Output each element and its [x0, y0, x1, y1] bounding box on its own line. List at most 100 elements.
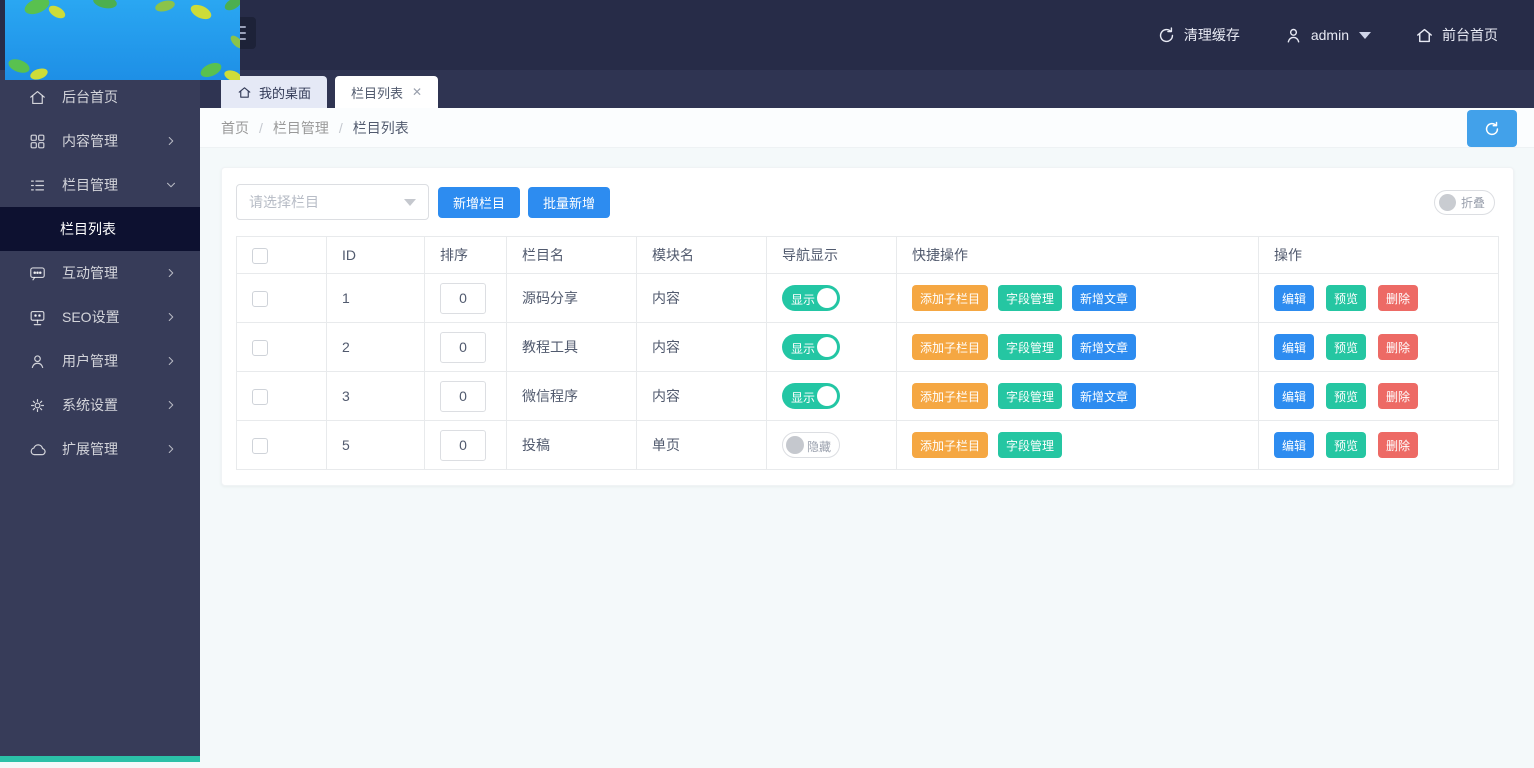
board-icon: [28, 308, 47, 327]
nav-display-toggle[interactable]: 隐藏: [782, 432, 840, 458]
chevron-right-icon: [164, 398, 178, 412]
sidebar: 后台首页 内容管理 栏目管理 栏目列表 互动管理 SEO设置 用户管理 系统设置…: [0, 70, 200, 762]
user-menu[interactable]: admin: [1284, 26, 1371, 45]
breadcrumb: 首页 / 栏目管理 / 栏目列表: [200, 108, 1534, 148]
home-icon: [237, 85, 252, 100]
col-header-sort: 排序: [425, 237, 507, 274]
quick-action-button[interactable]: 字段管理: [998, 383, 1062, 409]
row-action-button[interactable]: 删除: [1378, 383, 1418, 409]
column-select[interactable]: 请选择栏目: [236, 184, 429, 220]
chevron-down-icon: [404, 199, 416, 206]
sidebar-item-label: 用户管理: [62, 351, 164, 371]
refresh-icon: [1482, 119, 1502, 139]
sidebar-item-extensions[interactable]: 扩展管理: [0, 427, 200, 471]
quick-action-button[interactable]: 添加子栏目: [912, 432, 988, 458]
cell-column-name: 源码分享: [507, 274, 637, 323]
close-icon[interactable]: ✕: [412, 85, 422, 99]
row-action-button[interactable]: 编辑: [1274, 383, 1314, 409]
select-placeholder: 请选择栏目: [249, 192, 319, 212]
sidebar-item-dashboard[interactable]: 后台首页: [0, 75, 200, 119]
tab-my-desktop[interactable]: 我的桌面: [221, 76, 327, 108]
toggle-knob: [817, 386, 837, 406]
toolbar: 请选择栏目 新增栏目 批量新增 折叠: [236, 184, 1499, 220]
sidebar-item-content[interactable]: 内容管理: [0, 119, 200, 163]
cell-module-name: 单页: [637, 421, 767, 470]
row-action-button[interactable]: 预览: [1326, 432, 1366, 458]
toggle-label: 显示: [791, 340, 815, 357]
breadcrumb-separator: /: [259, 120, 263, 136]
quick-action-button[interactable]: 新增文章: [1072, 383, 1136, 409]
chevron-down-icon: [164, 178, 178, 192]
sidebar-item-interaction[interactable]: 互动管理: [0, 251, 200, 295]
breadcrumb-current: 栏目列表: [353, 118, 409, 138]
select-all-checkbox[interactable]: [252, 248, 268, 264]
table-row: 3微信程序内容显示添加子栏目字段管理新增文章编辑预览删除: [237, 372, 1499, 421]
nav-display-toggle[interactable]: 显示: [782, 334, 840, 360]
sidebar-item-columns[interactable]: 栏目管理: [0, 163, 200, 207]
collapse-toggle[interactable]: 折叠: [1434, 190, 1495, 215]
table-row: 2教程工具内容显示添加子栏目字段管理新增文章编辑预览删除: [237, 323, 1499, 372]
breadcrumb-home[interactable]: 首页: [221, 118, 249, 138]
table-row: 1源码分享内容显示添加子栏目字段管理新增文章编辑预览删除: [237, 274, 1499, 323]
sort-input[interactable]: [440, 430, 486, 461]
cell-id: 3: [327, 372, 425, 421]
front-home-link[interactable]: 前台首页: [1415, 25, 1498, 45]
tab-column-list[interactable]: 栏目列表 ✕: [335, 76, 438, 108]
gear-icon: [28, 396, 47, 415]
cell-id: 1: [327, 274, 425, 323]
cell-quick-actions: 添加子栏目字段管理: [897, 421, 1259, 470]
quick-action-button[interactable]: 新增文章: [1072, 334, 1136, 360]
sort-input[interactable]: [440, 381, 486, 412]
sort-input[interactable]: [440, 283, 486, 314]
add-column-button[interactable]: 新增栏目: [438, 187, 520, 218]
sidebar-item-label: SEO设置: [62, 307, 164, 327]
row-checkbox[interactable]: [252, 438, 268, 454]
quick-action-button[interactable]: 字段管理: [998, 285, 1062, 311]
row-action-button[interactable]: 预览: [1326, 285, 1366, 311]
clear-cache-label: 清理缓存: [1184, 25, 1240, 45]
quick-action-button[interactable]: 添加子栏目: [912, 334, 988, 360]
chevron-right-icon: [164, 134, 178, 148]
sidebar-item-seo[interactable]: SEO设置: [0, 295, 200, 339]
row-action-button[interactable]: 编辑: [1274, 432, 1314, 458]
cell-column-name: 投稿: [507, 421, 637, 470]
quick-action-button[interactable]: 字段管理: [998, 334, 1062, 360]
row-action-button[interactable]: 编辑: [1274, 334, 1314, 360]
row-checkbox[interactable]: [252, 291, 268, 307]
cell-row-actions: 编辑预览删除: [1259, 421, 1499, 470]
row-action-button[interactable]: 删除: [1378, 334, 1418, 360]
quick-action-button[interactable]: 添加子栏目: [912, 383, 988, 409]
cell-module-name: 内容: [637, 323, 767, 372]
main-area: 我的桌面 栏目列表 ✕ 首页 / 栏目管理 / 栏目列表 请选择栏目 新增栏目 …: [200, 70, 1534, 768]
clear-cache-button[interactable]: 清理缓存: [1157, 25, 1240, 45]
breadcrumb-section[interactable]: 栏目管理: [273, 118, 329, 138]
row-action-button[interactable]: 删除: [1378, 285, 1418, 311]
front-home-label: 前台首页: [1442, 25, 1498, 45]
col-header-module: 模块名: [637, 237, 767, 274]
nav-display-toggle[interactable]: 显示: [782, 285, 840, 311]
column-table: ID 排序 栏目名 模块名 导航显示 快捷操作 操作 1源码分享内容显示添加子栏…: [236, 236, 1499, 470]
sidebar-item-column-list[interactable]: 栏目列表: [0, 207, 200, 251]
row-checkbox[interactable]: [252, 340, 268, 356]
batch-add-button[interactable]: 批量新增: [528, 187, 610, 218]
sort-input[interactable]: [440, 332, 486, 363]
sidebar-item-system[interactable]: 系统设置: [0, 383, 200, 427]
quick-action-button[interactable]: 新增文章: [1072, 285, 1136, 311]
quick-action-button[interactable]: 字段管理: [998, 432, 1062, 458]
quick-action-button[interactable]: 添加子栏目: [912, 285, 988, 311]
breadcrumb-separator: /: [339, 120, 343, 136]
toggle-label: 显示: [791, 291, 815, 308]
sidebar-item-users[interactable]: 用户管理: [0, 339, 200, 383]
row-action-button[interactable]: 删除: [1378, 432, 1418, 458]
row-action-button[interactable]: 预览: [1326, 334, 1366, 360]
sidebar-item-label: 内容管理: [62, 131, 164, 151]
col-header-nav: 导航显示: [767, 237, 897, 274]
tab-label: 我的桌面: [259, 83, 311, 102]
row-action-button[interactable]: 预览: [1326, 383, 1366, 409]
home-icon: [28, 88, 47, 107]
row-checkbox[interactable]: [252, 389, 268, 405]
nav-display-toggle[interactable]: 显示: [782, 383, 840, 409]
refresh-page-button[interactable]: [1467, 110, 1517, 147]
row-action-button[interactable]: 编辑: [1274, 285, 1314, 311]
chevron-right-icon: [164, 266, 178, 280]
